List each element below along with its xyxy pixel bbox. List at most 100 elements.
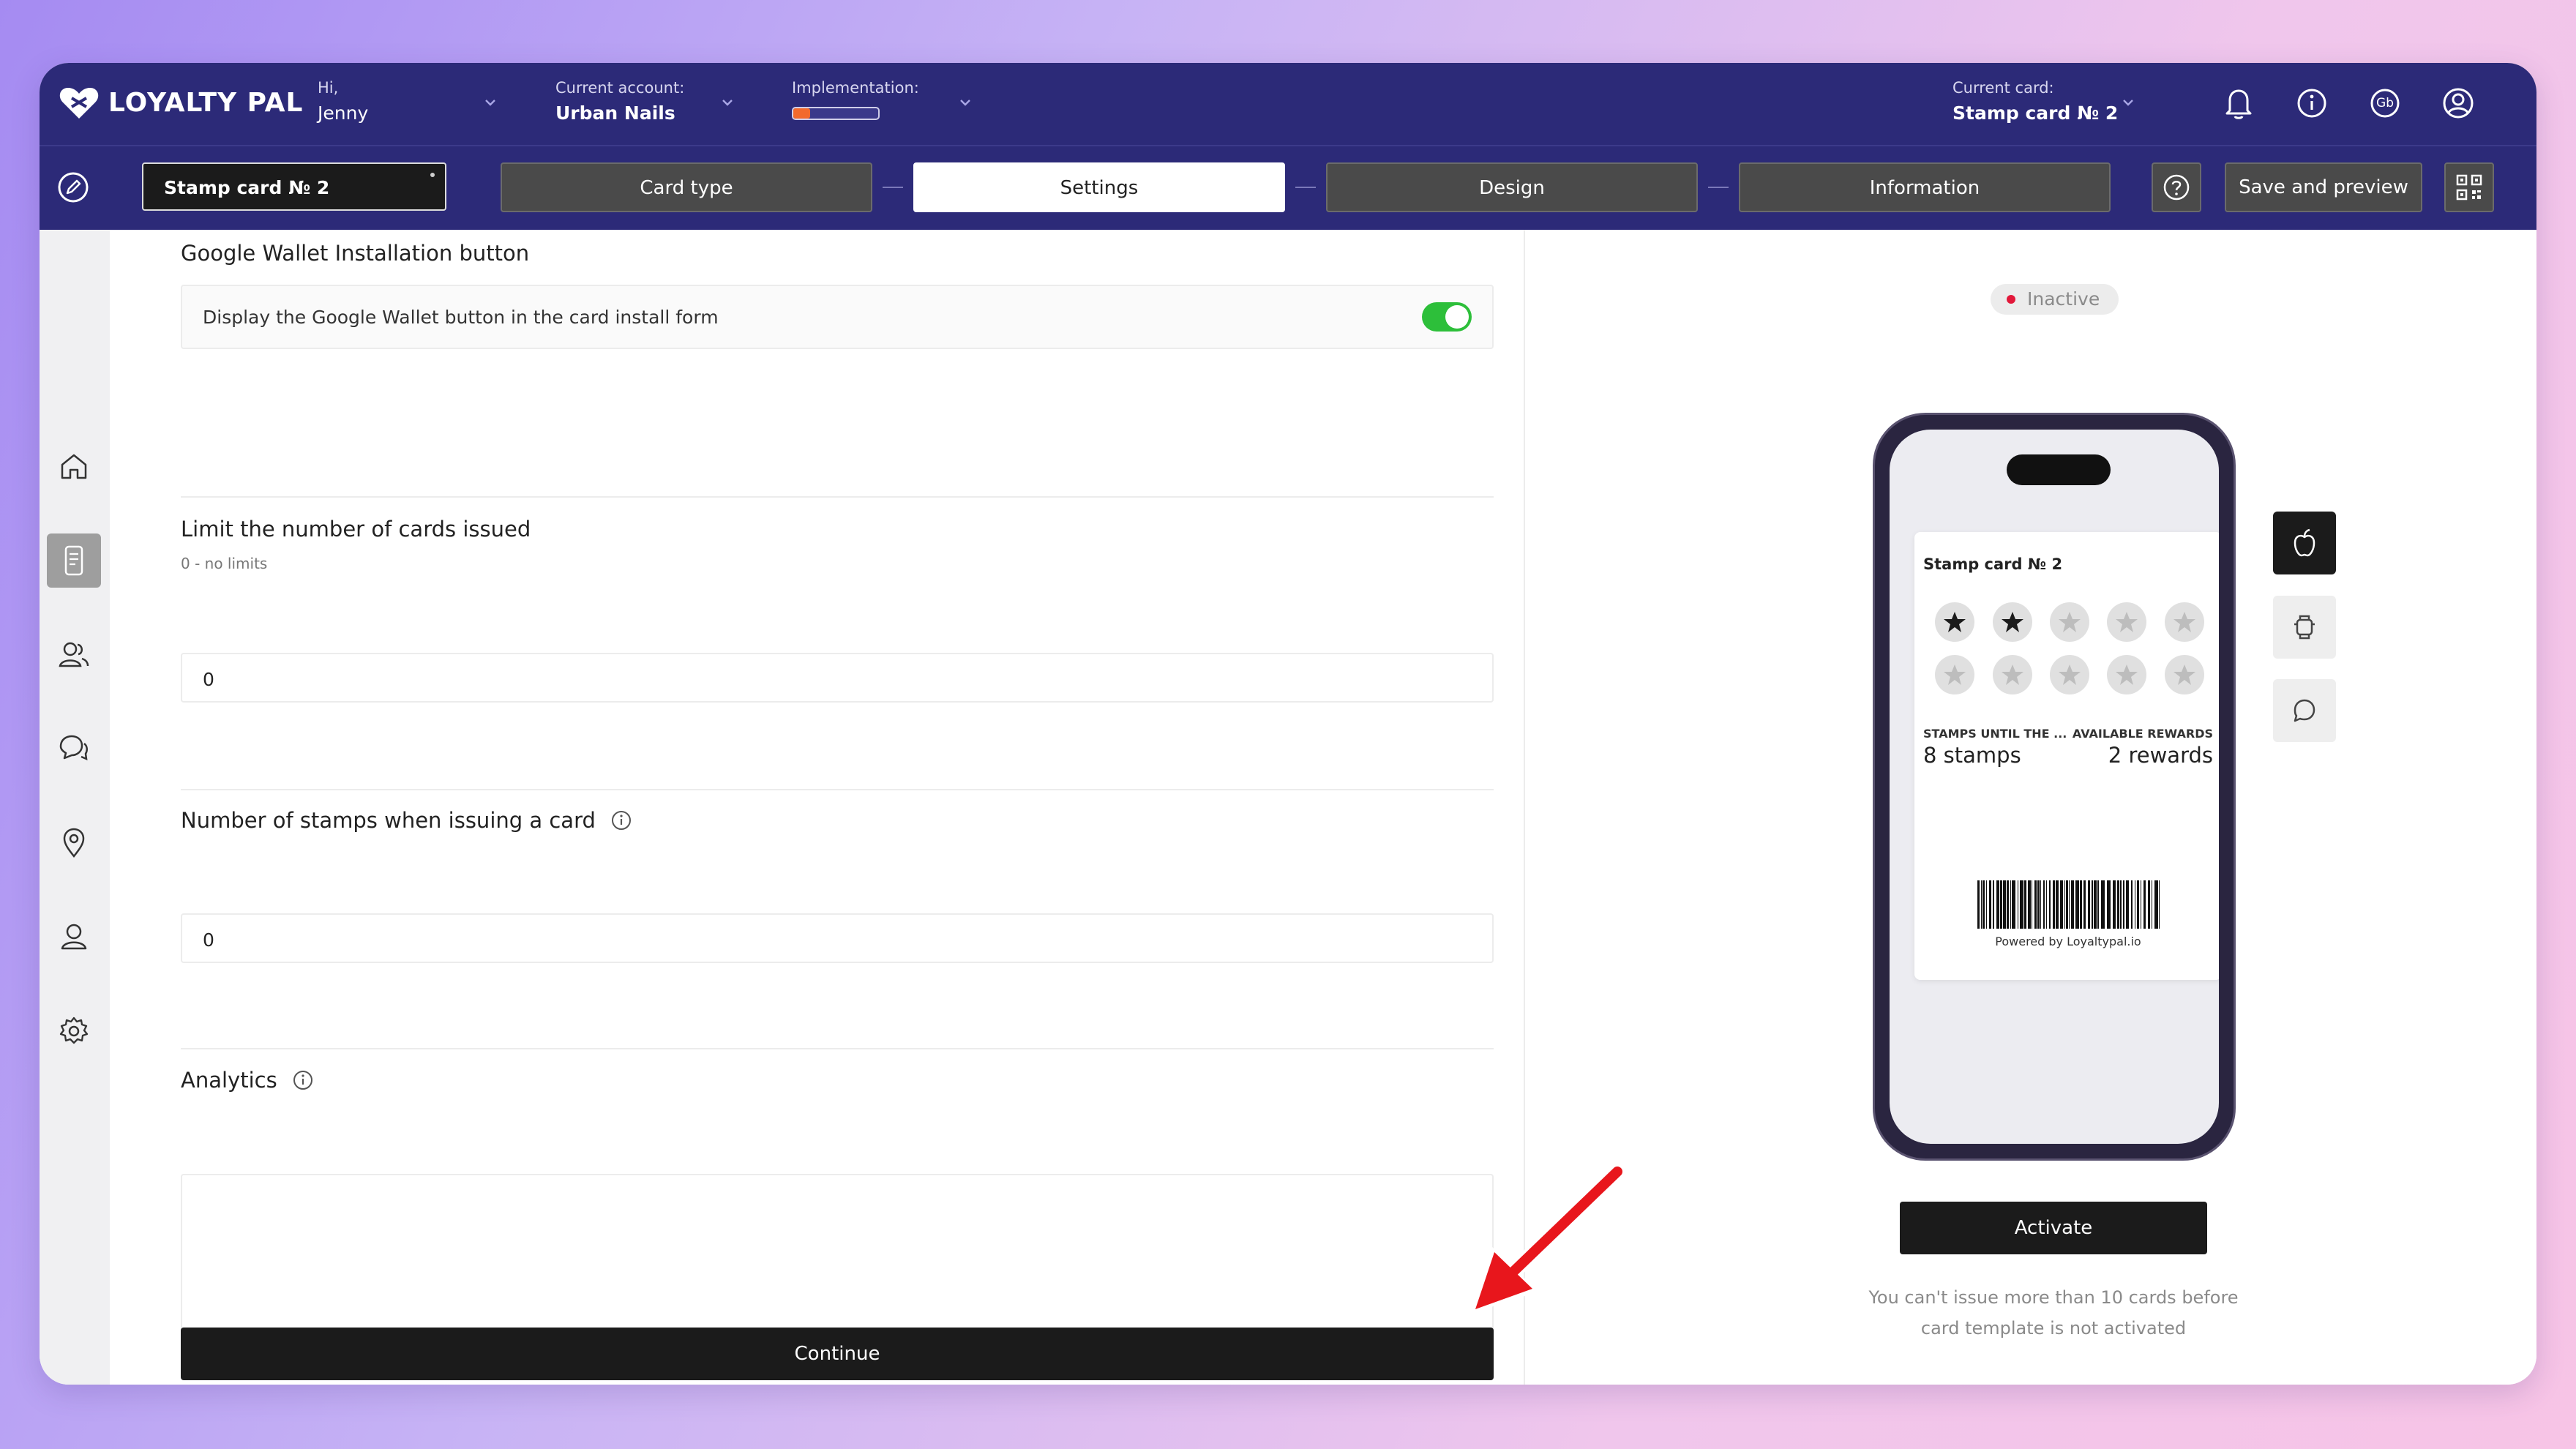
powered-by: Powered by Loyaltypal.io (1995, 935, 2141, 948)
divider (181, 1048, 1494, 1049)
logo-text: LOYALTY PAL (108, 87, 304, 118)
activation-note-line-1: You can't issue more than 10 cards befor… (1868, 1287, 2239, 1308)
barcode (1977, 880, 2160, 929)
user-greeting: Hi, Jenny (318, 79, 368, 124)
available-rewards-label: AVAILABLE REWARDS (2072, 727, 2213, 741)
card-name-text: Stamp card № 2 (164, 177, 330, 198)
implementation-chevron-icon[interactable] (956, 94, 974, 111)
phone-screen: Stamp card № 2 STAMPS UNTIL THE ... 8 st… (1890, 430, 2219, 1144)
android-icon (2294, 615, 2315, 640)
info-icon[interactable] (2294, 85, 2330, 121)
available-rewards-value: 2 rewards (2108, 743, 2213, 768)
activate-button[interactable]: Activate (1900, 1202, 2207, 1254)
stamp-empty (2107, 602, 2147, 642)
wallet-pass: Stamp card № 2 STAMPS UNTIL THE ... 8 st… (1914, 532, 2219, 980)
chat-preview-button[interactable] (2273, 679, 2336, 742)
edit-icon[interactable] (54, 168, 92, 206)
card-name-field[interactable]: Stamp card № 2 (142, 162, 446, 211)
app-window: LOYALTY PAL Hi, Jenny Current account: U… (40, 63, 2536, 1385)
qr-code-button[interactable] (2444, 162, 2494, 212)
settings-icon[interactable] (47, 1004, 101, 1058)
analytics-title: Analytics (181, 1068, 314, 1093)
analytics-title-text: Analytics (181, 1068, 277, 1093)
language-code: Gb (2376, 96, 2394, 111)
logo[interactable]: LOYALTY PAL (59, 85, 303, 120)
toggle-knob (1445, 305, 1469, 329)
analytics-info-icon[interactable] (292, 1069, 314, 1091)
google-wallet-toggle[interactable] (1422, 302, 1472, 332)
stamp-empty (1935, 655, 1975, 694)
account-icon[interactable] (2440, 85, 2476, 121)
save-and-preview-button[interactable]: Save and preview (2225, 162, 2422, 212)
clients-icon[interactable] (47, 627, 101, 681)
stamps-info-icon[interactable] (610, 809, 632, 831)
home-icon[interactable] (47, 439, 101, 493)
stamp-empty (2049, 655, 2089, 694)
settings-panel: Google Wallet Installation button Displa… (110, 230, 1525, 1385)
location-icon[interactable] (47, 815, 101, 869)
account-value: Urban Nails (555, 102, 675, 124)
step-design[interactable]: Design (1326, 162, 1698, 212)
activation-note: You can't issue more than 10 cards befor… (1852, 1282, 2255, 1344)
limit-input[interactable]: 0 (181, 653, 1494, 703)
limit-input-value: 0 (203, 669, 214, 690)
current-card-label: Current card: (1952, 79, 2054, 97)
stamps-until-value: 8 stamps (1923, 743, 2021, 768)
greeting-label: Hi, (318, 79, 339, 97)
stamp-empty (2164, 602, 2204, 642)
continue-button[interactable]: Continue (181, 1328, 1494, 1380)
stamps-input-value: 0 (203, 929, 214, 951)
google-wallet-toggle-label: Display the Google Wallet button in the … (203, 307, 719, 328)
divider (181, 496, 1494, 498)
limit-hint: 0 - no limits (181, 555, 268, 572)
activation-note-line-2: card template is not activated (1920, 1318, 2187, 1338)
step-settings[interactable]: Settings (913, 162, 1285, 212)
status-badge: Inactive (1991, 284, 2119, 315)
limit-title-text: Limit the number of cards issued (181, 517, 531, 542)
help-button[interactable] (2152, 162, 2201, 212)
card-selector[interactable]: Current card: Stamp card № 2 (1952, 79, 2118, 124)
android-preview-button[interactable] (2273, 596, 2336, 659)
top-bar: LOYALTY PAL Hi, Jenny Current account: U… (40, 63, 2536, 145)
qr-code-icon (2456, 174, 2482, 201)
messages-icon[interactable] (47, 721, 101, 775)
current-card-value: Stamp card № 2 (1952, 102, 2119, 124)
dynamic-island (2007, 454, 2111, 485)
sidebar (40, 230, 110, 1385)
stamp-empty (2049, 602, 2089, 642)
unsaved-dot (430, 173, 435, 177)
stamps-input[interactable]: 0 (181, 913, 1494, 963)
bell-icon[interactable] (2220, 85, 2257, 121)
step-card-type[interactable]: Card type (501, 162, 872, 212)
implementation-progress: Implementation: (792, 79, 919, 120)
implementation-bar-fill (793, 108, 811, 119)
divider (181, 789, 1494, 790)
step-separator (883, 187, 903, 188)
apple-preview-button[interactable] (2273, 512, 2336, 574)
stamp-empty (2164, 655, 2204, 694)
step-separator (1708, 187, 1729, 188)
step-information[interactable]: Information (1739, 162, 2111, 212)
preview-panel: Inactive Stamp card № 2 STAMPS UNTIL THE… (1525, 230, 2536, 1385)
phone-mockup: Stamp card № 2 STAMPS UNTIL THE ... 8 st… (1873, 413, 2236, 1161)
profile-icon[interactable] (47, 910, 101, 964)
account-selector[interactable]: Current account: Urban Nails (555, 79, 684, 124)
chat-icon (2294, 699, 2315, 722)
google-wallet-title-text: Google Wallet Installation button (181, 241, 530, 266)
stamp-filled (1992, 602, 2032, 642)
logo-heart-icon (59, 88, 99, 119)
card-chevron-icon[interactable] (2119, 94, 2137, 111)
limit-title: Limit the number of cards issued (181, 517, 531, 542)
google-wallet-title: Google Wallet Installation button (181, 241, 529, 266)
help-icon (2163, 174, 2190, 201)
account-chevron-icon[interactable] (719, 94, 736, 111)
stamp-grid (1926, 602, 2213, 694)
language-icon[interactable]: Gb (2367, 85, 2403, 121)
user-menu-chevron-icon[interactable] (482, 94, 499, 111)
stamp-empty (2107, 655, 2147, 694)
apple-icon (2294, 528, 2315, 557)
editor-toolbar: Stamp card № 2 Card type Settings Design… (40, 145, 2536, 231)
pass-title: Stamp card № 2 (1923, 555, 2063, 573)
step-separator (1295, 187, 1316, 188)
cards-icon[interactable] (47, 533, 101, 588)
